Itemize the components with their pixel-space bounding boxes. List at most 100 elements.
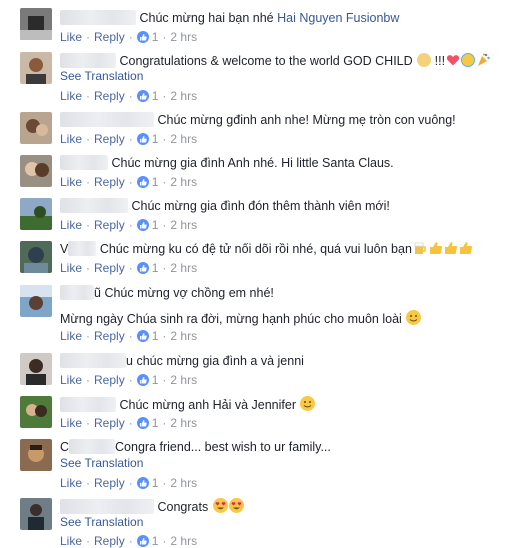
like-count-icon[interactable] bbox=[136, 133, 149, 145]
like-link[interactable]: Like bbox=[60, 89, 82, 103]
like-link[interactable]: Like bbox=[60, 329, 82, 343]
avatar[interactable] bbox=[20, 52, 52, 84]
author-name[interactable] bbox=[60, 155, 108, 170]
avatar[interactable] bbox=[20, 396, 52, 428]
author-name-visible[interactable]: V bbox=[60, 242, 68, 256]
comment-text: ũ Chúc mừng vợ chồng em nhé! bbox=[60, 285, 274, 301]
comment-text: Chúc mừng hai bạn nhé Hai Nguyen Fusionb… bbox=[60, 10, 399, 26]
author-name[interactable] bbox=[60, 10, 136, 25]
comment-actions: Like · Reply · 1 · 2 hrs bbox=[60, 89, 198, 103]
timestamp[interactable]: 2 hrs bbox=[170, 373, 197, 387]
see-translation-link[interactable]: See Translation bbox=[60, 69, 143, 83]
comment-body: Congrats bbox=[157, 500, 209, 514]
like-count-icon[interactable] bbox=[136, 330, 149, 342]
reply-link[interactable]: Reply bbox=[94, 476, 125, 490]
like-count: 1 bbox=[151, 175, 159, 189]
like-link[interactable]: Like bbox=[60, 416, 82, 430]
avatar[interactable] bbox=[20, 198, 52, 230]
like-link[interactable]: Like bbox=[60, 373, 82, 387]
see-translation-link[interactable]: See Translation bbox=[60, 515, 143, 529]
comment-text: Chúc mừng gia đình Anh nhé. Hi little Sa… bbox=[60, 155, 394, 171]
like-count-icon[interactable] bbox=[136, 262, 149, 274]
author-name[interactable] bbox=[60, 353, 126, 368]
comment-actions: Like · Reply · 1 · 2 hrs bbox=[60, 30, 198, 44]
comment-body: Chúc mừng anh Hải và Jennifer bbox=[119, 398, 296, 412]
timestamp[interactable]: 2 hrs bbox=[170, 89, 197, 103]
tagged-user[interactable]: Hai Nguyen Fusionbw bbox=[277, 11, 399, 25]
timestamp[interactable]: 2 hrs bbox=[170, 30, 197, 44]
timestamp[interactable]: 2 hrs bbox=[170, 132, 197, 146]
reply-link[interactable]: Reply bbox=[94, 175, 125, 189]
timestamp[interactable]: 2 hrs bbox=[170, 329, 197, 343]
author-name[interactable] bbox=[68, 241, 97, 256]
avatar[interactable] bbox=[20, 112, 52, 144]
like-count-icon[interactable] bbox=[136, 417, 149, 429]
comment-suffix: !!! bbox=[434, 54, 446, 68]
like-link[interactable]: Like bbox=[60, 534, 82, 548]
reply-link[interactable]: Reply bbox=[94, 89, 125, 103]
like-count-icon[interactable] bbox=[136, 90, 149, 102]
avatar[interactable] bbox=[20, 439, 52, 471]
comment-body: Chúc mừng gia đình đón thêm thành viên m… bbox=[131, 199, 390, 213]
timestamp[interactable]: 2 hrs bbox=[170, 261, 197, 275]
author-name[interactable] bbox=[60, 285, 94, 300]
like-count-icon[interactable] bbox=[136, 374, 149, 386]
reply-link[interactable]: Reply bbox=[94, 30, 125, 44]
like-count: 1 bbox=[151, 476, 159, 490]
timestamp[interactable]: 2 hrs bbox=[170, 416, 197, 430]
like-count: 1 bbox=[151, 30, 159, 44]
timestamp[interactable]: 2 hrs bbox=[170, 476, 197, 490]
reply-link[interactable]: Reply bbox=[94, 534, 125, 548]
timestamp[interactable]: 2 hrs bbox=[170, 175, 197, 189]
author-name[interactable] bbox=[60, 198, 128, 213]
comment-body: Chúc mừng vợ chồng em nhé! bbox=[104, 286, 274, 300]
comment-actions: Like · Reply · 1 · 2 hrs bbox=[60, 218, 198, 232]
comment-text: Chúc mừng gia đình đón thêm thành viên m… bbox=[60, 198, 390, 214]
avatar[interactable] bbox=[20, 155, 52, 187]
comment-actions: Like · Reply · 1 · 2 hrs bbox=[60, 329, 198, 343]
like-count-icon[interactable] bbox=[136, 477, 149, 489]
reply-link[interactable]: Reply bbox=[94, 416, 125, 430]
author-name[interactable] bbox=[60, 499, 154, 514]
thumbs-up-icon bbox=[459, 241, 472, 255]
avatar[interactable] bbox=[20, 285, 52, 317]
like-link[interactable]: Like bbox=[60, 132, 82, 146]
reply-link[interactable]: Reply bbox=[94, 373, 125, 387]
author-name-visible[interactable]: C bbox=[60, 440, 69, 454]
author-name-visible[interactable]: ũ bbox=[94, 286, 101, 300]
avatar[interactable] bbox=[20, 8, 52, 40]
reply-link[interactable]: Reply bbox=[94, 261, 125, 275]
like-count-icon[interactable] bbox=[136, 219, 149, 231]
like-count-icon[interactable] bbox=[136, 535, 149, 547]
timestamp[interactable]: 2 hrs bbox=[170, 218, 197, 232]
like-count-icon[interactable] bbox=[136, 31, 149, 43]
author-name[interactable] bbox=[60, 397, 116, 412]
like-link[interactable]: Like bbox=[60, 476, 82, 490]
comment-text: V Chúc mừng ku có đệ tử nối dõi rồi nhé,… bbox=[60, 241, 472, 257]
like-count: 1 bbox=[151, 373, 159, 387]
avatar[interactable] bbox=[20, 353, 52, 385]
comment-actions: Like · Reply · 1 · 2 hrs bbox=[60, 373, 198, 387]
like-link[interactable]: Like bbox=[60, 261, 82, 275]
author-name[interactable] bbox=[69, 439, 116, 454]
like-count: 1 bbox=[151, 89, 159, 103]
comment-body: Chúc mừng gđinh anh nhe! Mừng mẹ tròn co… bbox=[157, 113, 456, 127]
heart-eyes-emoji-icon bbox=[228, 498, 244, 513]
avatar[interactable] bbox=[20, 241, 52, 273]
author-name-visible[interactable]: u bbox=[126, 354, 133, 368]
comment-text: C Congra friend... best wish to ur family… bbox=[60, 439, 331, 455]
avatar[interactable] bbox=[20, 498, 52, 530]
author-name[interactable] bbox=[60, 112, 154, 127]
like-count: 1 bbox=[151, 218, 159, 232]
author-name[interactable] bbox=[60, 53, 116, 68]
like-link[interactable]: Like bbox=[60, 218, 82, 232]
reply-link[interactable]: Reply bbox=[94, 132, 125, 146]
timestamp[interactable]: 2 hrs bbox=[170, 534, 197, 548]
like-link[interactable]: Like bbox=[60, 30, 82, 44]
comment-actions: Like · Reply · 1 · 2 hrs bbox=[60, 534, 198, 548]
reply-link[interactable]: Reply bbox=[94, 329, 125, 343]
reply-link[interactable]: Reply bbox=[94, 218, 125, 232]
see-translation-link[interactable]: See Translation bbox=[60, 456, 143, 470]
like-count-icon[interactable] bbox=[136, 176, 149, 188]
like-link[interactable]: Like bbox=[60, 175, 82, 189]
